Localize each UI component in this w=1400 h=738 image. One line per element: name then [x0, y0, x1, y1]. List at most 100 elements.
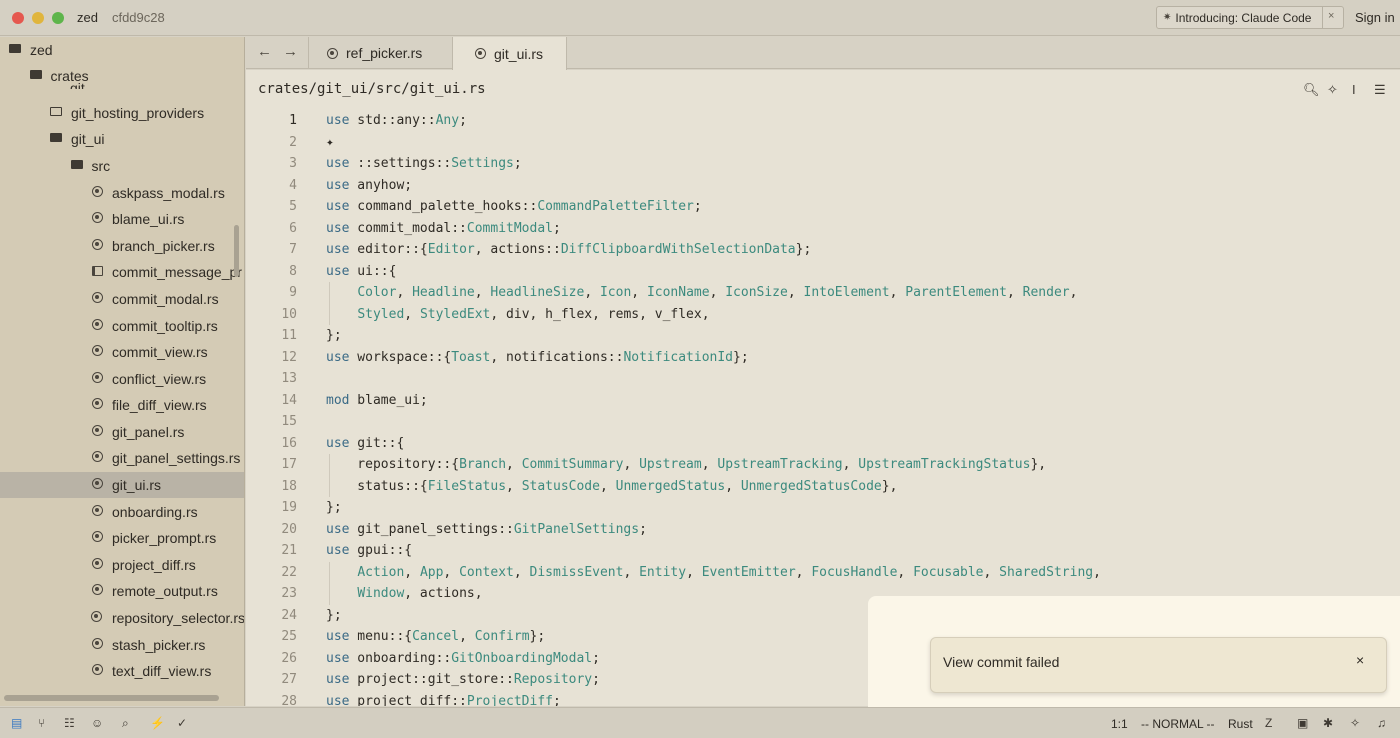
- tree-item[interactable]: stash_picker.rs: [0, 632, 244, 658]
- tree-item[interactable]: commit_view.rs: [0, 339, 244, 365]
- vertical-scrollbar[interactable]: [234, 225, 239, 277]
- check-icon[interactable]: ✓: [177, 716, 187, 730]
- toast-notification: View commit failed ×: [930, 637, 1387, 693]
- close-icon[interactable]: ×: [1356, 652, 1364, 668]
- code-line[interactable]: 14 mod blame_ui;: [246, 390, 1400, 412]
- code-line[interactable]: 8 use ui::{: [246, 261, 1400, 283]
- tree-item[interactable]: blame_ui.rs: [0, 206, 244, 232]
- code-line[interactable]: 17 repository::{Branch, CommitSummary, U…: [246, 454, 1400, 476]
- search-icon[interactable]: ⌕: [122, 716, 129, 731]
- code-text: ✦: [326, 134, 334, 150]
- code-line[interactable]: 20 use git_panel_settings::GitPanelSettin…: [246, 519, 1400, 541]
- tree-item[interactable]: commit_message_pr: [0, 259, 244, 285]
- tree-item[interactable]: git_panel_settings.rs: [0, 445, 244, 471]
- tree-item[interactable]: git_ui: [0, 126, 244, 152]
- type-name: App: [419, 564, 444, 580]
- code-text: ,: [623, 457, 640, 473]
- tree-item[interactable]: crates: [0, 63, 244, 89]
- code-line[interactable]: 9 Color, Headline, HeadlineSize, Icon, I…: [246, 282, 1400, 304]
- outline-icon[interactable]: ☷: [64, 716, 75, 730]
- line-number: 7: [289, 242, 297, 258]
- tree-item[interactable]: picker_prompt.rs: [0, 525, 244, 551]
- code-line[interactable]: 11};: [246, 325, 1400, 347]
- collaborators-icon[interactable]: ☺: [91, 716, 103, 730]
- code-line[interactable]: 5 use command_palette_hooks::CommandPalet…: [246, 196, 1400, 218]
- tree-item[interactable]: commit_modal.rs: [0, 286, 244, 312]
- breadcrumb[interactable]: crates/git_ui/src/git_ui.rs: [258, 81, 486, 97]
- sparkle-assist-icon[interactable]: ✧: [1327, 82, 1338, 98]
- tree-item[interactable]: commit_tooltip.rs: [0, 313, 244, 339]
- toast-message: View commit failed: [943, 654, 1060, 670]
- code-line[interactable]: 10 Styled, StyledExt, div, h_flex, rems,…: [246, 304, 1400, 326]
- debug-icon[interactable]: ✱: [1323, 716, 1333, 730]
- tree-item[interactable]: onboarding.rs: [0, 499, 244, 525]
- line-number: 21: [281, 543, 297, 559]
- tree-item[interactable]: src: [0, 153, 244, 179]
- code-line[interactable]: 7 use editor::{Editor, actions::DiffClipb…: [246, 239, 1400, 261]
- tree-item[interactable]: repository_selector.rs: [0, 605, 244, 631]
- minimize-window-button[interactable]: [32, 11, 44, 24]
- sign-in-button[interactable]: Sign in: [1355, 10, 1395, 25]
- rust-file-icon: [90, 558, 104, 572]
- git-branch-icon[interactable]: ⑂: [38, 716, 45, 730]
- announcement-text[interactable]: Introducing: Claude Code: [1175, 11, 1311, 25]
- code-line[interactable]: 6 use commit_modal::CommitModal;: [246, 218, 1400, 240]
- tree-item[interactable]: remote_output.rs: [0, 578, 244, 604]
- tree-item[interactable]: conflict_view.rs: [0, 366, 244, 392]
- code-text: ,: [701, 457, 718, 473]
- text-cursor-icon[interactable]: I: [1352, 82, 1356, 97]
- back-arrow-icon[interactable]: ←: [257, 43, 272, 60]
- close-window-button[interactable]: [12, 11, 24, 24]
- lightning-icon[interactable]: ⚡: [150, 716, 165, 730]
- code-line[interactable]: 3 use ::settings::Settings;: [246, 153, 1400, 175]
- type-name: CommitModal: [466, 220, 553, 236]
- terminal-icon[interactable]: ▣: [1297, 716, 1308, 730]
- tree-item[interactable]: askpass_modal.rs: [0, 180, 244, 206]
- code-line[interactable]: 1 use std::any::Any;: [246, 110, 1400, 132]
- code-line[interactable]: 16 use git::{: [246, 433, 1400, 455]
- code-text: ,: [459, 629, 475, 645]
- tree-item[interactable]: zed: [0, 37, 244, 63]
- tab-git-ui[interactable]: git_ui.rs: [452, 37, 567, 70]
- tree-item[interactable]: git_hosting_providers: [0, 100, 244, 126]
- project-name[interactable]: zed: [77, 10, 98, 25]
- tree-item[interactable]: branch_picker.rs: [0, 233, 244, 259]
- language-selector[interactable]: Rust: [1228, 717, 1253, 731]
- code-line[interactable]: 4 use anyhow;: [246, 175, 1400, 197]
- type-name: Entity: [639, 564, 687, 580]
- horizontal-scrollbar[interactable]: [4, 695, 219, 701]
- branch-commit[interactable]: cfdd9c28: [112, 10, 165, 25]
- tree-item-label: git_panel_settings.rs: [112, 450, 241, 466]
- code-line[interactable]: 2 ✦: [246, 132, 1400, 154]
- assistant-icon[interactable]: ✧: [1350, 716, 1360, 730]
- code-line[interactable]: 12 use workspace::{Toast, notifications::…: [246, 347, 1400, 369]
- line-number: 28: [281, 693, 297, 706]
- bell-icon[interactable]: ♫: [1377, 716, 1386, 730]
- maximize-window-button[interactable]: [52, 11, 64, 24]
- tree-item[interactable]: project_diff.rs: [0, 552, 244, 578]
- cursor-position[interactable]: 1:1: [1111, 717, 1128, 731]
- code-line[interactable]: 13: [246, 368, 1400, 390]
- tree-item-label: askpass_modal.rs: [112, 185, 225, 201]
- forward-arrow-icon[interactable]: →: [283, 43, 298, 60]
- code-line[interactable]: 15: [246, 411, 1400, 433]
- announcement-banner[interactable]: ✷ Introducing: Claude Code ×: [1156, 6, 1344, 29]
- code-line[interactable]: 18 status::{FileStatus, StatusCode, Unme…: [246, 476, 1400, 498]
- type-name: DismissEvent: [529, 564, 624, 580]
- settings-sliders-icon[interactable]: ☰: [1374, 82, 1386, 98]
- tree-item[interactable]: git_ui.rs: [0, 472, 244, 498]
- edit-predictions-icon[interactable]: Z: [1265, 716, 1272, 730]
- tree-item[interactable]: file_diff_view.rs: [0, 392, 244, 418]
- project-panel-icon[interactable]: ▤: [11, 716, 22, 730]
- search-icon[interactable]: 🔍︎: [1303, 82, 1320, 98]
- tab-ref-picker[interactable]: ref_picker.rs: [308, 37, 453, 69]
- rust-file-icon: [90, 425, 104, 439]
- code-line[interactable]: 22 Action, App, Context, DismissEvent, E…: [246, 562, 1400, 584]
- close-icon[interactable]: ×: [1328, 10, 1334, 22]
- tree-item[interactable]: git_panel.rs: [0, 419, 244, 445]
- code-text: , actions,: [404, 586, 483, 602]
- code-line[interactable]: 19};: [246, 497, 1400, 519]
- code-line[interactable]: 21 use gpui::{: [246, 540, 1400, 562]
- tree-item[interactable]: text_diff_view.rs: [0, 658, 244, 684]
